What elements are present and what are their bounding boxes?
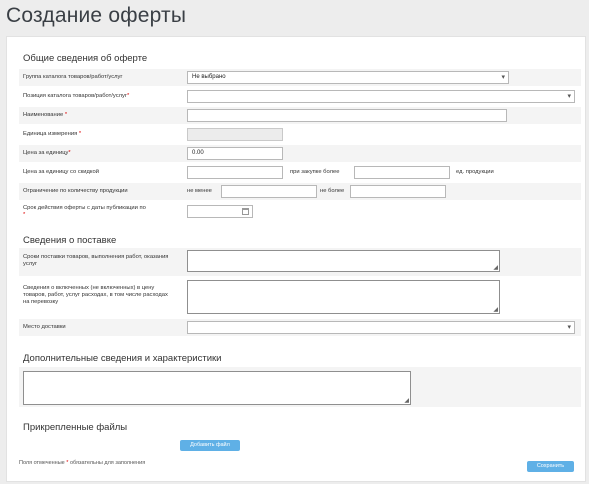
delivery-place-select[interactable] (187, 321, 575, 334)
additional-info-textarea[interactable]: ◢ (23, 371, 411, 405)
label-discount-price: Цена за единицу со скидкой (23, 169, 99, 175)
label-delivery-place: Место доставки (23, 324, 66, 330)
label-min: не менее (187, 188, 212, 194)
section-title-general: Общие сведения об оферте (23, 53, 148, 64)
row-delivery-costs: Сведения о включенных (не включенных) в … (19, 277, 581, 315)
row-unit-price: Цена за единицу* 0.00 (19, 145, 581, 162)
section-title-files: Прикрепленные файлы (23, 422, 128, 433)
row-unit: Единица измерения * (19, 126, 581, 143)
label-units-suffix: ед. продукции (456, 169, 494, 175)
label-validity: Срок действия оферты с даты публикации п… (23, 205, 146, 218)
label-catalog-position: Позиция каталога товаров/работ/услуг* (23, 93, 130, 99)
label-when-buying-more: при закупке более (290, 169, 340, 175)
page-title: Создание оферты (6, 4, 187, 27)
row-delivery-terms: Сроки поставки товаров, выполнения работ… (19, 248, 581, 276)
label-name: Наименование * (23, 112, 68, 118)
discount-price-input[interactable] (187, 166, 283, 179)
section-title-additional: Дополнительные сведения и характеристики (23, 353, 222, 364)
delivery-terms-textarea[interactable]: ◢ (187, 250, 500, 272)
row-validity: Срок действия оферты с даты публикации п… (19, 202, 581, 224)
label-max: не более (320, 188, 345, 194)
delivery-costs-textarea[interactable]: ◢ (187, 280, 500, 314)
validity-date-input[interactable] (187, 205, 253, 218)
unit-price-input[interactable]: 0.00 (187, 147, 283, 160)
label-quantity-limit: Ограничение по количеству продукции (23, 188, 128, 194)
name-input[interactable] (187, 109, 507, 122)
required-footnote: Поля отмеченные * обязательны для заполн… (19, 460, 146, 466)
label-unit: Единица измерения * (23, 131, 82, 137)
row-discount-price: Цена за единицу со скидкой при закупке б… (19, 164, 581, 181)
row-catalog-position: Позиция каталога товаров/работ/услуг* (19, 88, 581, 105)
row-name: Наименование * (19, 107, 581, 124)
resize-grip-icon[interactable]: ◢ (493, 307, 498, 313)
resize-grip-icon[interactable]: ◢ (493, 265, 498, 271)
label-delivery-costs: Сведения о включенных (не включенных) в … (23, 285, 168, 305)
catalog-position-select[interactable] (187, 90, 575, 103)
section-title-delivery: Сведения о поставке (23, 235, 117, 246)
catalog-group-select[interactable]: Не выбрано (187, 71, 509, 84)
row-additional: ◢ (19, 367, 581, 407)
row-catalog-group: Группа каталога товаров/работ/услуг Не в… (19, 69, 581, 86)
add-file-button[interactable]: Добавить файл (180, 440, 240, 451)
save-button[interactable]: Сохранить (527, 461, 574, 472)
label-unit-price: Цена за единицу* (23, 150, 71, 156)
offer-form: Общие сведения об оферте Группа каталога… (6, 36, 586, 482)
row-delivery-place: Место доставки (19, 319, 581, 336)
label-delivery-terms: Сроки поставки товаров, выполнения работ… (23, 254, 169, 267)
calendar-icon[interactable] (242, 208, 249, 215)
row-quantity-limit: Ограничение по количеству продукции не м… (19, 183, 581, 200)
unit-input (187, 128, 283, 141)
quantity-min-input[interactable] (221, 185, 317, 198)
discount-quantity-input[interactable] (354, 166, 450, 179)
resize-grip-icon[interactable]: ◢ (404, 398, 409, 404)
label-catalog-group: Группа каталога товаров/работ/услуг (23, 74, 123, 80)
quantity-max-input[interactable] (350, 185, 446, 198)
